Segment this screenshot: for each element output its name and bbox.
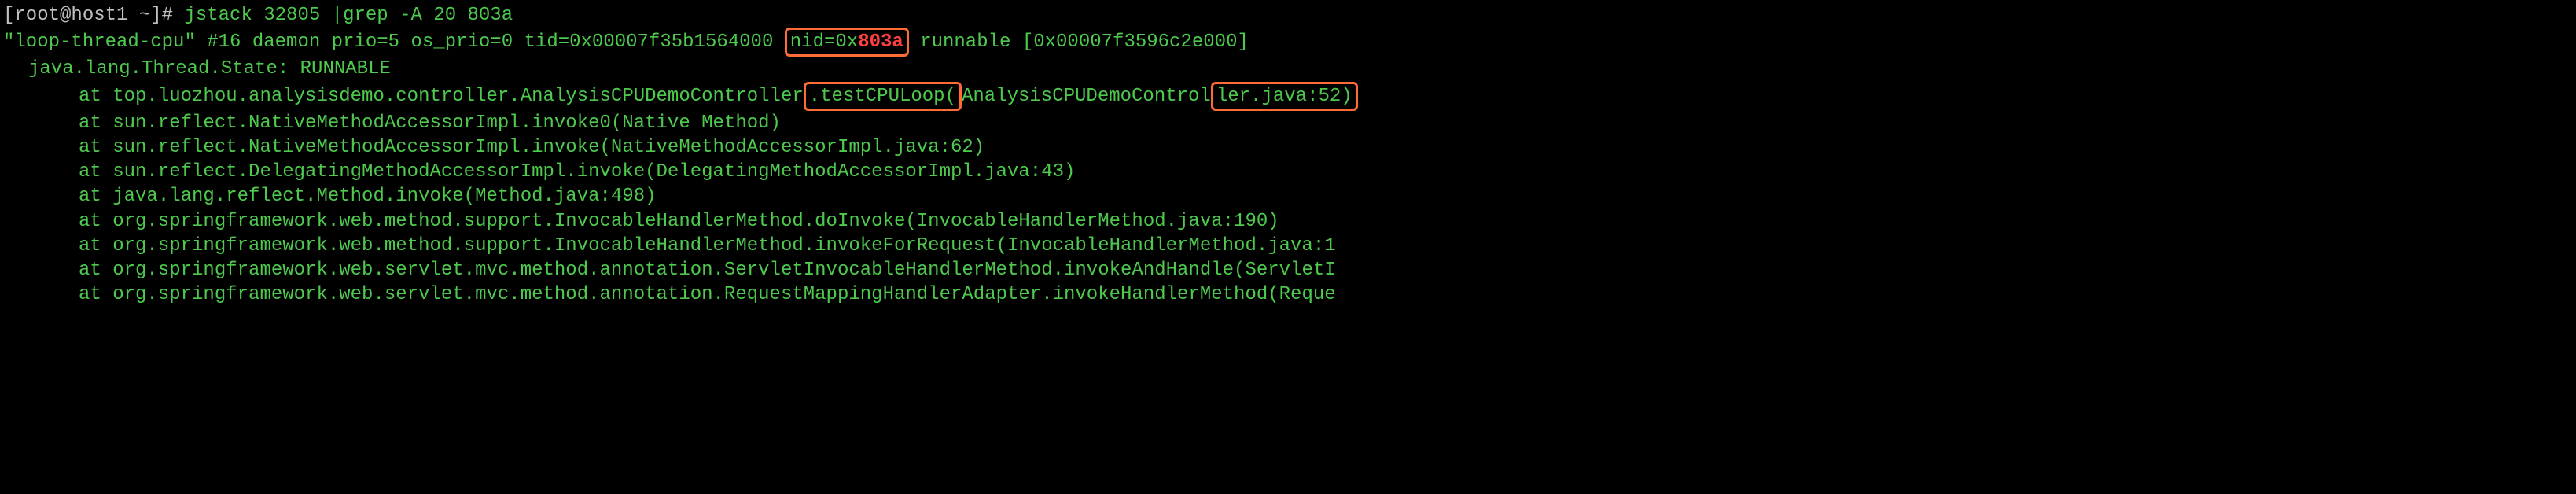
- stack-frame-1: at top.luozhou.analysisdemo.controller.A…: [3, 82, 2573, 111]
- stack-frame-4: at sun.reflect.DelegatingMethodAccessorI…: [3, 160, 2573, 184]
- shell-prompt: [root@host1 ~]#: [3, 5, 184, 26]
- thread-prefix: "loop-thread-cpu" #16 daemon prio=5 os_p…: [3, 31, 785, 53]
- nid-value: 803a: [858, 31, 903, 53]
- nid-prefix: nid=0x: [790, 31, 858, 53]
- terminal-output: [root@host1 ~]# jstack 32805 |grep -A 20…: [3, 3, 2573, 307]
- stack-frame-prefix: at top.luozhou.analysisdemo.controller.A…: [79, 86, 804, 107]
- stack-frame-6: at org.springframework.web.method.suppor…: [3, 209, 2573, 234]
- method-highlight-box: .testCPULoop(: [804, 82, 962, 111]
- stack-frame-9: at org.springframework.web.servlet.mvc.m…: [3, 282, 2573, 307]
- stack-frame-mid: AnalysisCPUDemoControl: [962, 86, 1211, 107]
- stack-frame-2: at sun.reflect.NativeMethodAccessorImpl.…: [3, 111, 2573, 135]
- nid-highlight-box: nid=0x803a: [785, 28, 909, 57]
- thread-state-line: java.lang.Thread.State: RUNNABLE: [3, 57, 2573, 81]
- stack-frame-7: at org.springframework.web.method.suppor…: [3, 234, 2573, 258]
- command-text: jstack 32805 |grep -A 20 803a: [184, 5, 513, 26]
- command-line: [root@host1 ~]# jstack 32805 |grep -A 20…: [3, 3, 2573, 28]
- thread-suffix: runnable [0x00007f3596c2e000]: [909, 31, 1249, 53]
- stack-frame-8: at org.springframework.web.servlet.mvc.m…: [3, 258, 2573, 282]
- source-highlight-box: ler.java:52): [1211, 82, 1358, 111]
- stack-frame-5: at java.lang.reflect.Method.invoke(Metho…: [3, 184, 2573, 208]
- stack-frame-3: at sun.reflect.NativeMethodAccessorImpl.…: [3, 135, 2573, 160]
- thread-info-line: "loop-thread-cpu" #16 daemon prio=5 os_p…: [3, 28, 2573, 57]
